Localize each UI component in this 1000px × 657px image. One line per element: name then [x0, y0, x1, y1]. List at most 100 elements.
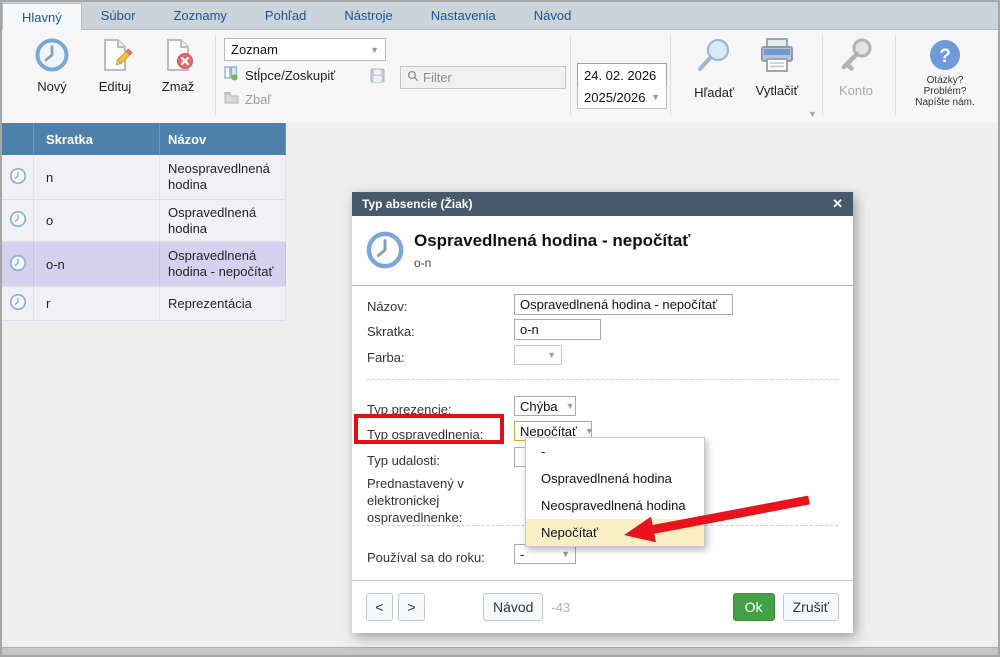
key-icon	[835, 35, 877, 80]
cell-skratka: o-n	[34, 242, 160, 286]
save-layout-icon[interactable]	[370, 68, 385, 86]
help-line: Otázky?	[910, 75, 980, 86]
table-header-row: Skratka Názov	[2, 123, 286, 155]
menu-subor[interactable]: Súbor	[82, 2, 155, 29]
toolbar-separator	[215, 35, 216, 115]
typ-udalosti-label: Typ udalosti:	[367, 453, 440, 468]
view-select[interactable]: Zoznam ▼	[224, 38, 386, 61]
delete-document-icon	[160, 37, 196, 76]
table-row[interactable]: r Reprezentácia	[2, 287, 286, 321]
cell-nazov: Reprezentácia	[168, 290, 256, 318]
next-record-button[interactable]: >	[398, 593, 425, 621]
chevron-down-icon: ▼	[539, 350, 556, 360]
search-button[interactable]: Hľadať	[686, 35, 742, 100]
typ-prezencie-label: Typ prezencie:	[367, 402, 452, 417]
school-year-value: 2025/2026	[584, 90, 645, 105]
toolbar-separator	[670, 35, 671, 115]
dialog-titlebar: Typ absencie (Žiak) ✕	[352, 192, 853, 216]
dialog-title: Typ absencie (Žiak)	[362, 197, 472, 211]
pouzival-label: Používal sa do roku:	[367, 550, 485, 565]
navod-button[interactable]: Návod	[483, 593, 543, 621]
date-field[interactable]: 24. 02. 2026	[577, 63, 667, 87]
account-button[interactable]: Konto	[832, 35, 880, 98]
close-icon[interactable]: ✕	[832, 196, 843, 212]
delete-button[interactable]: Zmaž	[154, 37, 202, 94]
cell-nazov: Ospravedlnená hodina - nepočítať	[168, 242, 285, 286]
date-value: 24. 02. 2026	[584, 68, 656, 83]
chevron-down-icon: ▼	[577, 426, 594, 436]
svg-text:?: ?	[939, 46, 951, 67]
prev-record-button[interactable]: <	[366, 593, 393, 621]
cell-skratka: r	[34, 287, 160, 320]
search-button-label: Hľadať	[686, 85, 742, 100]
dropdown-option-highlighted[interactable]: Nepočítať	[526, 519, 704, 546]
typ-ospravedlnenia-label: Typ ospravedlnenia:	[367, 427, 483, 442]
chevron-down-icon: ▼	[558, 401, 575, 411]
menu-zoznamy[interactable]: Zoznamy	[154, 2, 245, 29]
question-mark-icon: ?	[928, 38, 962, 75]
farba-select[interactable]: ▼	[514, 345, 562, 365]
delete-button-label: Zmaž	[154, 79, 202, 94]
table-header-nazov[interactable]: Názov	[160, 123, 286, 155]
cell-skratka: n	[34, 155, 160, 199]
help-button[interactable]: ? Otázky? Problém? Napíšte nám.	[910, 38, 980, 108]
absence-type-dialog: Typ absencie (Žiak) ✕ Ospravedlnená hodi…	[352, 192, 853, 633]
skratka-label: Skratka:	[367, 324, 415, 339]
dropdown-option[interactable]: -	[526, 438, 704, 465]
print-button[interactable]: Vytlačiť	[746, 35, 808, 98]
typ-prezencie-select[interactable]: Chýba ▼	[514, 396, 576, 416]
columns-icon	[224, 66, 239, 84]
pouzival-select[interactable]: - ▼	[514, 544, 576, 564]
new-button[interactable]: Nový	[28, 37, 76, 94]
menu-navod[interactable]: Návod	[515, 2, 591, 29]
collapse-button[interactable]: Zbaľ	[224, 91, 271, 107]
record-subtitle: o-n	[414, 256, 431, 270]
menu-nastroje[interactable]: Nástroje	[325, 2, 411, 29]
printer-icon	[756, 35, 798, 80]
cell-skratka: o	[34, 200, 160, 241]
menu-nastavenia[interactable]: Nastavenia	[412, 2, 515, 29]
clock-icon	[9, 167, 27, 188]
account-button-label: Konto	[832, 83, 880, 98]
print-button-label: Vytlačiť	[746, 83, 808, 98]
table-header-icon-col	[2, 123, 34, 155]
menubar: Hlavný Súbor Zoznamy Pohľad Nástroje Nas…	[2, 2, 998, 30]
ok-button[interactable]: Ok	[733, 593, 775, 621]
filter-placeholder: Filter	[423, 70, 452, 85]
columns-group-label: Stĺpce/Zoskupiť	[245, 68, 335, 83]
clock-icon	[9, 254, 27, 275]
chevron-down-icon: ▼	[370, 45, 379, 55]
menu-pohlad[interactable]: Pohľad	[246, 2, 325, 29]
app-window: Hlavný Súbor Zoznamy Pohľad Nástroje Nas…	[0, 0, 1000, 657]
nazov-label: Názov:	[367, 299, 407, 314]
dialog-footer: < > Návod -43 Ok Zrušiť	[352, 580, 853, 633]
dropdown-option[interactable]: Neospravedlnená hodina	[526, 492, 704, 519]
table-row[interactable]: o Ospravedlnená hodina	[2, 200, 286, 242]
nazov-input[interactable]	[514, 294, 733, 315]
view-select-value: Zoznam	[231, 42, 278, 57]
table-header-skratka[interactable]: Skratka	[34, 123, 160, 155]
search-small-icon	[407, 70, 419, 85]
prednastaveny-label: Prednastavený v elektronickej ospravedln…	[367, 475, 505, 526]
columns-group-button[interactable]: Stĺpce/Zoskupiť	[224, 66, 335, 84]
typ-prezencie-value: Chýba	[520, 399, 558, 414]
folder-icon	[224, 91, 239, 107]
filter-input[interactable]: Filter	[400, 66, 566, 89]
cell-nazov: Neospravedlnená hodina	[168, 155, 285, 199]
search-icon	[692, 35, 736, 82]
table-row-selected[interactable]: o-n Ospravedlnená hodina - nepočítať	[2, 242, 286, 287]
toolbar-separator	[822, 35, 823, 115]
farba-label: Farba:	[367, 350, 405, 365]
cancel-button[interactable]: Zrušiť	[783, 593, 839, 621]
collapse-label: Zbaľ	[245, 92, 271, 107]
skratka-input[interactable]	[514, 319, 601, 340]
edit-button[interactable]: Edituj	[90, 37, 140, 94]
menu-hlavny[interactable]: Hlavný	[2, 3, 82, 30]
dropdown-option[interactable]: Ospravedlnená hodina	[526, 465, 704, 492]
table-row[interactable]: n Neospravedlnená hodina	[2, 155, 286, 200]
edit-document-icon	[97, 37, 133, 76]
print-dropdown-arrow-icon[interactable]: ▼	[808, 109, 817, 119]
school-year-select[interactable]: 2025/2026 ▼	[577, 86, 667, 109]
help-line: Problém?	[910, 86, 980, 97]
clock-icon	[34, 37, 70, 76]
